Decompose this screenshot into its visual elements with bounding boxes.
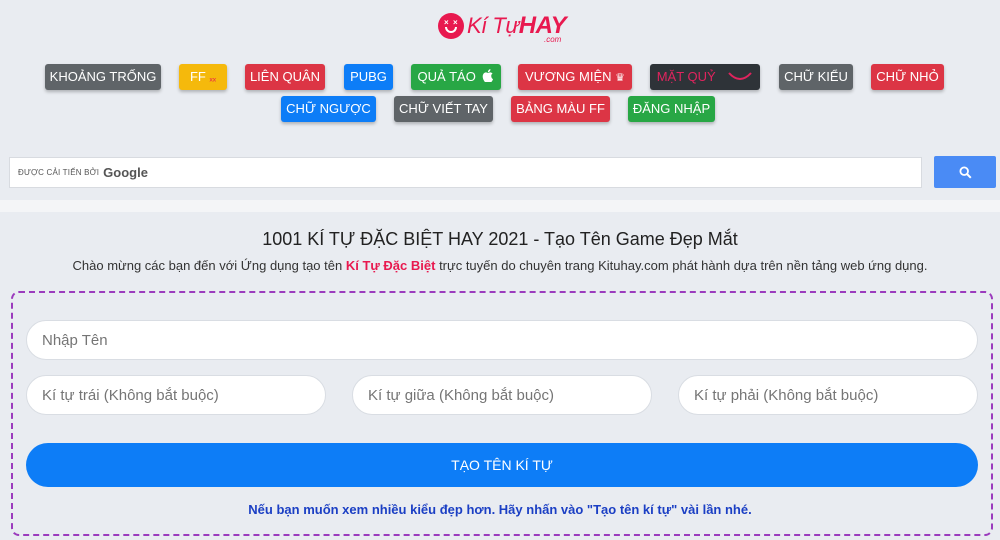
powered-by-label: ĐƯỢC CẢI TIẾN BỞI [18, 168, 100, 177]
apple-icon [483, 69, 494, 83]
section-divider [0, 200, 1000, 212]
search-input[interactable]: ĐƯỢC CẢI TIẾN BỞI Google [9, 157, 922, 188]
nav-chu-viet-tay-button[interactable]: CHỮ VIẾT TAY [394, 96, 493, 122]
nav-chu-kieu-button[interactable]: CHỮ KIỂU [779, 64, 853, 90]
smirk-face-icon [728, 72, 753, 80]
logo-suffix: .com [544, 35, 562, 44]
nav-mat-quy-button[interactable]: MẶT QUỶ [650, 64, 760, 90]
google-brand: Google [103, 165, 148, 180]
intro-highlight: Kí Tự Đặc Biệt [345, 258, 436, 273]
site-header: × × Kí TựHAY .com KHOẢNG TRỐNG FF ₓₓ LIÊN… [0, 0, 1000, 142]
crown-icon: ♛ [615, 72, 626, 84]
nav-chu-nguoc-button[interactable]: CHỮ NGƯỢC [281, 96, 376, 122]
smiley-logo-icon: × × [438, 13, 464, 39]
right-char-input[interactable] [678, 375, 978, 415]
search-button[interactable] [934, 156, 996, 188]
nav-qua-tao-button[interactable]: QUẢ TÁO [411, 64, 501, 90]
ff-xx-icon: ₓₓ [209, 73, 217, 84]
nav-ff-button[interactable]: FF ₓₓ [179, 64, 227, 90]
nav-dang-nhap-button[interactable]: ĐĂNG NHẬP [628, 96, 715, 122]
nav-pubg-button[interactable]: PUBG [344, 64, 393, 90]
create-name-button[interactable]: TẠO TÊN KÍ TỰ [26, 443, 978, 487]
nav-chu-nho-button[interactable]: CHỮ NHỎ [871, 64, 944, 90]
left-char-input[interactable] [26, 375, 326, 415]
hint-text: Nếu bạn muốn xem nhiều kiểu đẹp hơn. Hãy… [248, 502, 752, 517]
nav-vuong-mien-button[interactable]: VƯƠNG MIỆN ♛ [518, 64, 632, 90]
site-logo[interactable]: × × Kí TựHAY .com [438, 10, 567, 44]
nav-bang-mau-ff-button[interactable]: BẢNG MÀU FF [511, 96, 610, 122]
page-title: 1001 KÍ TỰ ĐẶC BIỆT HAY 2021 - Tạo Tên G… [262, 229, 738, 249]
intro-text: Chào mừng các bạn đến với Ứng dụng tạo t… [72, 258, 928, 273]
search-icon [958, 165, 972, 179]
nav-khoang-trong-button[interactable]: KHOẢNG TRỐNG [45, 64, 161, 90]
middle-char-input[interactable] [352, 375, 652, 415]
nav-lien-quan-button[interactable]: LIÊN QUÂN [245, 64, 325, 90]
name-input[interactable] [26, 320, 978, 360]
